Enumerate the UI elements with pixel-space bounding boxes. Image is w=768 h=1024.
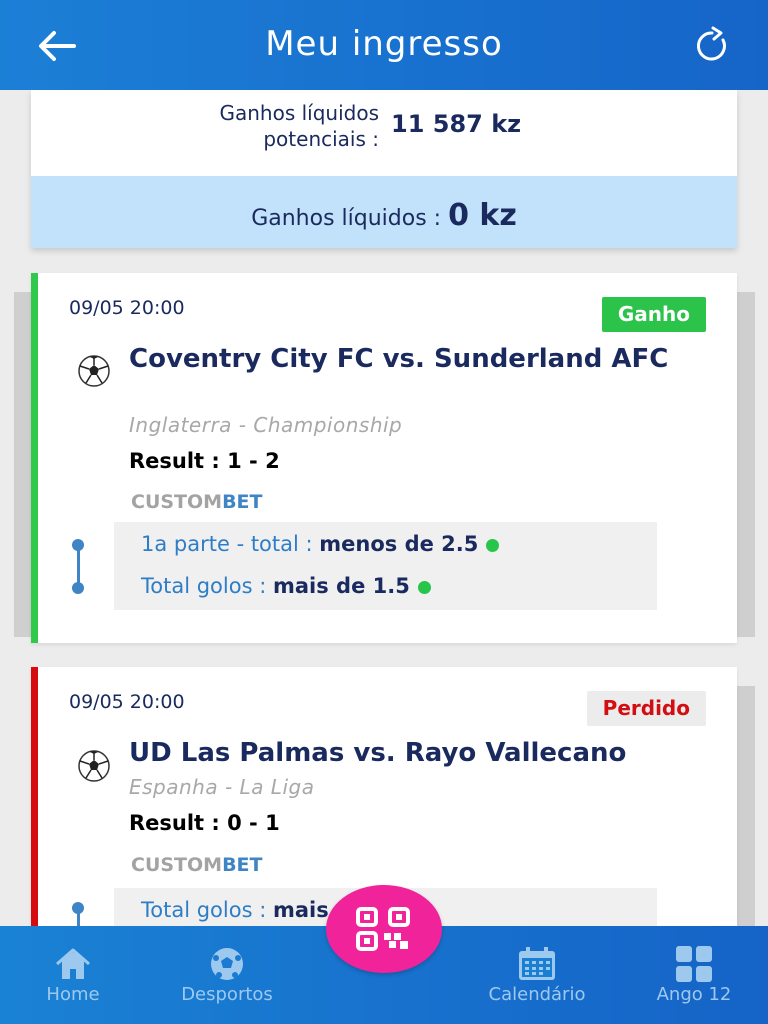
status-accent-bar: [31, 273, 38, 643]
qr-code-button[interactable]: [326, 885, 442, 973]
league-name: Espanha - La Liga: [129, 775, 315, 799]
match-title[interactable]: UD Las Palmas vs. Rayo Vallecano: [129, 737, 689, 769]
status-badge: Perdido: [586, 691, 706, 726]
selections-box: 1a parte - total : menos de 2.5 Total go…: [114, 522, 657, 610]
soccer-ball-icon: [78, 750, 110, 782]
card-shadow-right: [737, 292, 755, 637]
calendar-icon: [519, 947, 555, 980]
match-result: Result : 1 - 2: [129, 449, 280, 473]
selection-row: 1a parte - total : menos de 2.5: [141, 532, 500, 556]
custombet-label: CUSTOMBET: [131, 854, 263, 876]
card-shadow-left: [14, 292, 32, 637]
league-name: Inglaterra - Championship: [129, 413, 403, 437]
status-dot: [486, 538, 500, 552]
net-winnings-value: 0 kz: [448, 198, 517, 233]
card-shadow-right: [737, 686, 755, 926]
potential-winnings-label: Ganhos líquidos potenciais :: [219, 101, 379, 151]
match-date: 09/05 20:00: [69, 691, 185, 713]
page-title: Meu ingresso: [265, 24, 503, 64]
status-dot: [417, 580, 431, 594]
selection-timeline: [72, 539, 84, 599]
match-date: 09/05 20:00: [69, 297, 185, 319]
match-result: Result : 0 - 1: [129, 811, 280, 835]
selection-row: Total golos : mais de 1.5: [141, 574, 431, 598]
app-header: Meu ingresso: [0, 0, 768, 90]
custombet-label: CUSTOMBET: [131, 491, 263, 513]
status-accent-bar: [31, 667, 38, 926]
nav-more[interactable]: Ango 12: [646, 926, 742, 1024]
bet-card: 09/05 20:00 Ganho Coventry City FC vs. S…: [31, 273, 737, 643]
qr-code-icon: [356, 907, 410, 951]
soccer-ball-icon: [78, 355, 110, 387]
ticket-content[interactable]: Ganhos líquidos potenciais : 11 587 kz G…: [0, 90, 768, 926]
net-winnings-bar: Ganhos líquidos : 0 kz: [31, 176, 737, 248]
grid-icon: [676, 946, 712, 982]
match-title[interactable]: Coventry City FC vs. Sunderland AFC: [129, 343, 689, 375]
nav-calendar[interactable]: Calendário: [474, 926, 600, 1024]
potential-winnings-value: 11 587 kz: [391, 110, 522, 138]
refresh-icon[interactable]: [692, 26, 732, 66]
home-icon: [56, 948, 90, 979]
soccer-ball-icon: [211, 948, 243, 980]
nav-sports[interactable]: Desportos: [168, 926, 286, 1024]
nav-home[interactable]: Home: [24, 926, 122, 1024]
net-winnings-label: Ganhos líquidos : 0 kz: [251, 198, 517, 233]
selection-timeline: [72, 902, 84, 926]
winnings-summary: Ganhos líquidos potenciais : 11 587 kz G…: [31, 90, 737, 248]
status-badge: Ganho: [601, 297, 706, 332]
